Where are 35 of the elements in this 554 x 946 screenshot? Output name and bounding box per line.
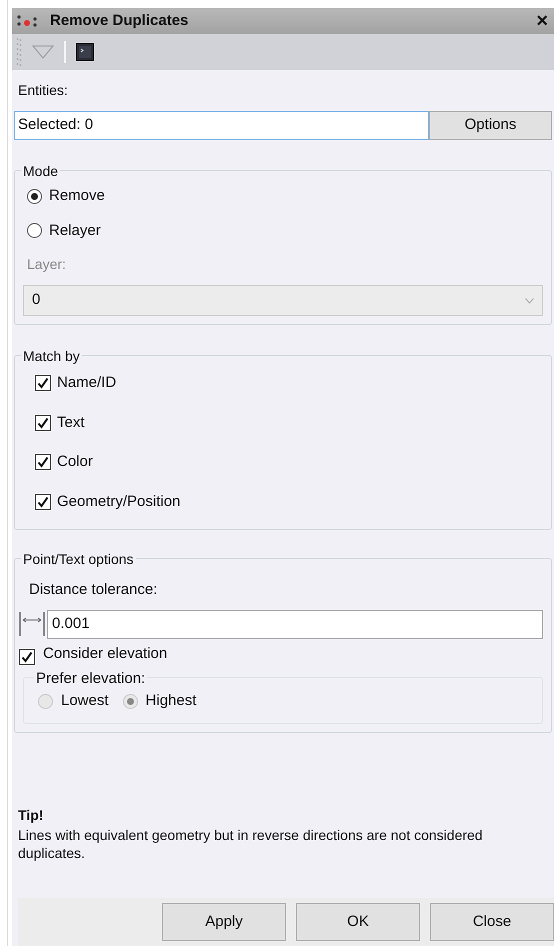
chevron-down-icon (525, 298, 534, 304)
selection-field[interactable]: Selected: 0 (14, 111, 429, 140)
tip-text: Lines with equivalent geometry but in reverse directions are not considered duplicates. (18, 826, 484, 862)
close-button[interactable]: × (536, 11, 550, 31)
radio-label: Lowest (61, 691, 109, 711)
checkbox[interactable] (35, 494, 51, 510)
layer-dropdown[interactable]: 0 (23, 285, 543, 316)
checkbox[interactable] (19, 648, 35, 664)
entities-label: Entities: (18, 81, 69, 100)
radio-button[interactable] (27, 223, 42, 238)
checkbox[interactable] (35, 454, 51, 470)
checkbox-label: Geometry/Position (57, 492, 180, 512)
terminal-icon[interactable] (76, 43, 94, 61)
radio-label: Relayer (49, 220, 101, 240)
checkbox-label: Consider elevation (43, 644, 168, 664)
radio-label: Highest (146, 691, 196, 711)
dialog-button[interactable]: Close (430, 903, 554, 941)
dialog-button[interactable]: OK (296, 903, 420, 941)
tolerance-label: Distance tolerance: (29, 580, 158, 600)
radio-label: Remove (49, 186, 105, 206)
checkbox[interactable] (35, 375, 51, 392)
window-title: Remove Duplicates (50, 10, 190, 31)
distance-icon (19, 611, 45, 637)
tip-title: Tip! (18, 806, 44, 825)
layer-label: Layer: (27, 256, 66, 272)
dialog-button[interactable]: Apply (162, 903, 286, 941)
tolerance-field[interactable]: 0.001 (47, 610, 543, 638)
grip-icon (16, 38, 22, 66)
options-button[interactable]: Options (429, 111, 552, 140)
checkbox-label: Name/ID (57, 373, 116, 393)
checkbox-label: Text (57, 412, 85, 432)
checkbox[interactable] (35, 414, 51, 431)
radio-button[interactable] (27, 188, 42, 204)
checkbox-label: Color (57, 452, 93, 472)
dots-icon (16, 14, 38, 28)
